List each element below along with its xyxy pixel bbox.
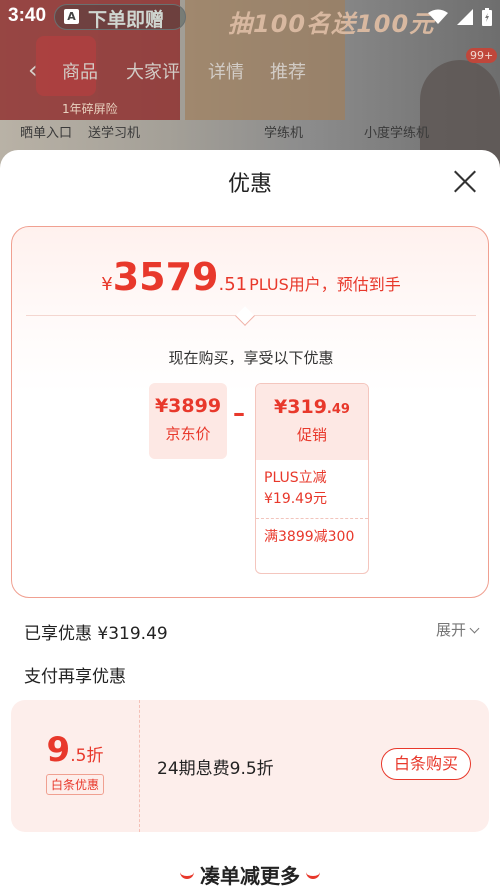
status-time: 3:40 bbox=[8, 5, 47, 26]
back-icon: ‹ bbox=[28, 56, 38, 84]
minus-sign: – bbox=[233, 399, 245, 427]
offers-subtitle: 现在购买，享受以下优惠 bbox=[168, 349, 334, 367]
wifi-icon bbox=[427, 9, 448, 24]
background-guarantee: 1年碎屏险 bbox=[62, 102, 118, 116]
baitiao-tag: 白条优惠 bbox=[45, 774, 104, 795]
jd-price-box: ¥3899 京东价 bbox=[149, 383, 227, 459]
pay-offers-title: 支付再享优惠 bbox=[24, 667, 126, 687]
tab-details: 详情 bbox=[208, 62, 244, 83]
baitiao-discount-main: 9 bbox=[46, 730, 71, 770]
enjoyed-discount: 已享优惠 ¥319.49 bbox=[24, 624, 168, 644]
sheet-title: 优惠 bbox=[227, 172, 272, 197]
baitiao-description: 24期息费9.5折 bbox=[157, 759, 274, 779]
background-row-item: 学练机 bbox=[264, 126, 304, 141]
background-row-item: 晒单入口 bbox=[20, 126, 73, 141]
discount-sheet: 优惠 ¥3579.51 PLUS用户，预估到手 现在购买，享受以下优惠 ¥3899… bbox=[0, 150, 500, 889]
final-price-note: PLUS用户，预估到手 bbox=[249, 275, 401, 294]
status-icons bbox=[424, 6, 492, 26]
jd-price-label: 京东价 bbox=[165, 425, 211, 443]
close-icon[interactable] bbox=[452, 168, 478, 194]
jd-price-value: ¥3899 bbox=[154, 395, 222, 417]
battery-icon bbox=[482, 7, 492, 26]
expand-button[interactable]: 展开 bbox=[435, 619, 480, 640]
final-price-integer: 3579 bbox=[112, 255, 219, 299]
promotion-item-plus: PLUS立减 ¥19.49元 bbox=[264, 470, 327, 507]
status-bar: 下单即赠 3:40 A bbox=[0, 0, 500, 32]
baitiao-discount-value: 9.5折 bbox=[11, 730, 139, 770]
final-price: ¥3579.51 PLUS用户，预估到手 bbox=[12, 255, 490, 299]
background-row-item: 送学习机 bbox=[88, 126, 141, 141]
cart-badge: 99+ bbox=[466, 48, 498, 63]
notification-icon: A bbox=[64, 9, 79, 24]
background-nav: ‹ 商品 大家评 详情 推荐 bbox=[0, 56, 500, 86]
tab-product: 商品 bbox=[62, 62, 98, 83]
smile-icon bbox=[306, 871, 320, 879]
signal-icon bbox=[456, 8, 473, 25]
price-card: ¥3579.51 PLUS用户，预估到手 现在购买，享受以下优惠 ¥3899 京东… bbox=[11, 226, 489, 598]
background-row-item: 小度学练机 bbox=[364, 126, 430, 141]
tab-recommend: 推荐 bbox=[270, 62, 306, 83]
background-row: 晒单入口 送学习机 学练机 小度学练机 bbox=[12, 118, 492, 144]
tab-reviews: 大家评 bbox=[126, 62, 180, 83]
baitiao-discount-rest: .5折 bbox=[70, 746, 104, 766]
divider-notch bbox=[235, 306, 255, 326]
chevron-down-icon bbox=[469, 623, 480, 634]
smile-icon bbox=[180, 871, 194, 879]
promotion-value-main: ¥319 bbox=[274, 396, 327, 418]
promotion-head: ¥319.49 促销 bbox=[256, 384, 368, 460]
baitiao-offer-card: 9.5折 白条优惠 24期息费9.5折 白条购买 bbox=[11, 700, 489, 832]
expand-label: 展开 bbox=[435, 621, 466, 639]
promotion-box: ¥319.49 促销 PLUS立减 ¥19.49元 满3899减300 bbox=[255, 383, 369, 574]
promotion-value: ¥319.49 bbox=[256, 384, 368, 418]
final-price-decimal: .51 bbox=[218, 274, 248, 295]
offer-separator bbox=[139, 700, 140, 832]
baitiao-buy-button[interactable]: 白条购买 bbox=[380, 748, 471, 780]
add-more-button[interactable]: 凑单减更多 bbox=[0, 860, 500, 889]
promotion-label: 促销 bbox=[296, 426, 327, 444]
background-pill-text: 下单即赠 bbox=[88, 9, 165, 31]
baitiao-discount: 9.5折 白条优惠 bbox=[11, 700, 139, 832]
add-more-label: 凑单减更多 bbox=[200, 864, 300, 888]
promotion-value-decimal: .49 bbox=[326, 402, 350, 417]
promotion-item-full-reduction: 满3899减300 bbox=[264, 529, 355, 545]
final-price-currency: ¥ bbox=[101, 274, 113, 295]
